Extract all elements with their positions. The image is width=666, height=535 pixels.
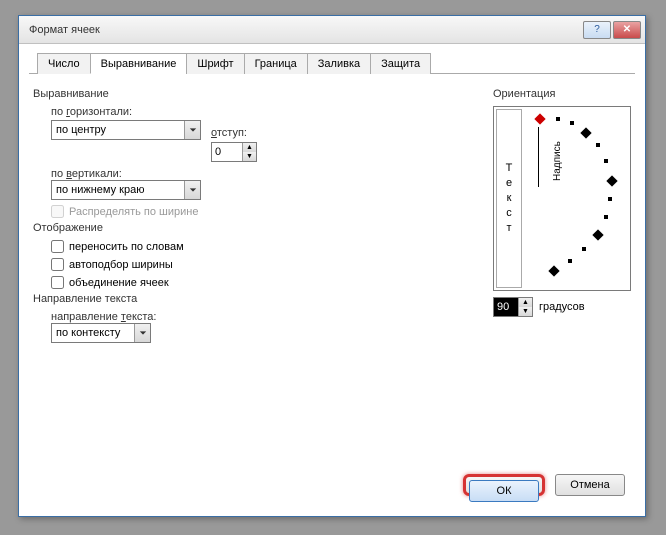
display-group-label: Отображение bbox=[33, 222, 481, 234]
spinner-up-icon[interactable]: ▲ bbox=[518, 298, 532, 307]
shrink-to-fit-checkbox[interactable]: автоподбор ширины bbox=[51, 258, 481, 271]
indent-value[interactable] bbox=[212, 143, 242, 161]
tab-alignment[interactable]: Выравнивание bbox=[90, 53, 188, 74]
orientation-label: Надпись bbox=[552, 141, 563, 181]
textdir-value: по контексту bbox=[52, 327, 134, 339]
tab-protection[interactable]: Защита bbox=[370, 53, 431, 74]
tab-strip: Число Выравнивание Шрифт Граница Заливка… bbox=[29, 52, 635, 74]
textdir-label: направление текста: bbox=[51, 311, 481, 323]
tab-border[interactable]: Граница bbox=[244, 53, 308, 74]
vertical-label: по вертикали: bbox=[51, 168, 481, 180]
wrap-text-checkbox[interactable]: переносить по словам bbox=[51, 240, 481, 253]
format-cells-dialog: Формат ячеек ? ✕ Число Выравнивание Шриф… bbox=[18, 15, 646, 517]
ok-button-highlight: ОК bbox=[463, 474, 545, 496]
help-button[interactable]: ? bbox=[583, 21, 611, 39]
horizontal-combo[interactable]: по центру bbox=[51, 120, 201, 140]
window-title: Формат ячеек bbox=[29, 24, 583, 36]
close-button[interactable]: ✕ bbox=[613, 21, 641, 39]
ok-button[interactable]: ОК bbox=[469, 480, 539, 502]
spinner-down-icon[interactable]: ▼ bbox=[518, 307, 532, 316]
textdir-group-label: Направление текста bbox=[33, 293, 481, 305]
justify-distributed-checkbox: Распределять по ширине bbox=[51, 205, 481, 218]
vertical-value: по нижнему краю bbox=[52, 184, 184, 196]
textdir-combo[interactable]: по контексту bbox=[51, 323, 151, 343]
degrees-value[interactable] bbox=[494, 298, 518, 316]
degrees-label: градусов bbox=[539, 301, 585, 313]
merge-cells-checkbox[interactable]: объединение ячеек bbox=[51, 276, 481, 289]
cancel-button[interactable]: Отмена bbox=[555, 474, 625, 496]
dropdown-arrow-icon bbox=[184, 181, 200, 199]
titlebar[interactable]: Формат ячеек ? ✕ bbox=[19, 16, 645, 44]
dropdown-arrow-icon bbox=[184, 121, 200, 139]
horizontal-label: по горизонтали: bbox=[51, 106, 481, 118]
spinner-up-icon[interactable]: ▲ bbox=[242, 143, 256, 152]
vertical-combo[interactable]: по нижнему краю bbox=[51, 180, 201, 200]
degrees-spinner[interactable]: ▲▼ bbox=[493, 297, 533, 317]
orientation-group-label: Ориентация bbox=[493, 88, 631, 100]
indent-spinner[interactable]: ▲▼ bbox=[211, 142, 257, 162]
orientation-marker-icon bbox=[534, 113, 545, 124]
orientation-control[interactable]: Т е к с т bbox=[493, 106, 631, 291]
tab-number[interactable]: Число bbox=[37, 53, 91, 74]
alignment-group-label: Выравнивание bbox=[33, 88, 481, 100]
tab-fill[interactable]: Заливка bbox=[307, 53, 371, 74]
orientation-arc[interactable]: Надпись bbox=[530, 111, 626, 286]
dropdown-arrow-icon bbox=[134, 324, 150, 342]
spinner-down-icon[interactable]: ▼ bbox=[242, 152, 256, 161]
indent-label: отступ: bbox=[211, 127, 247, 139]
horizontal-value: по центру bbox=[52, 124, 184, 136]
orientation-vertical-text[interactable]: Т е к с т bbox=[496, 109, 522, 288]
tab-font[interactable]: Шрифт bbox=[186, 53, 244, 74]
